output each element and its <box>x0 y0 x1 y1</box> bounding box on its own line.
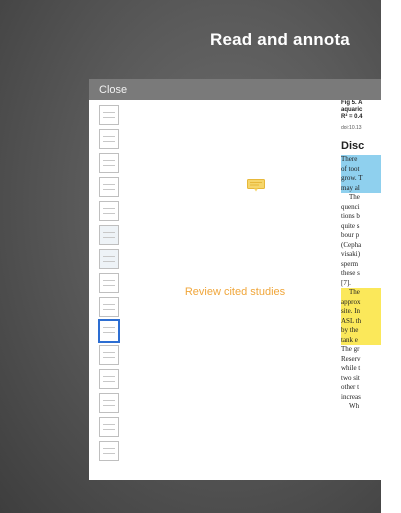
speech-bubble-note-icon[interactable] <box>247 179 265 192</box>
page-thumbnail[interactable] <box>99 201 119 221</box>
document-page: Fig 5. A aquaric R² = 0.4 doi:10.13 Disc… <box>341 100 381 480</box>
doi-line: doi:10.13 <box>341 125 362 131</box>
page-thumbnail[interactable] <box>99 225 119 245</box>
document-text-line: quenci <box>341 202 360 211</box>
document-text-line: of toot <box>341 164 381 174</box>
document-text-line: visaki) <box>341 250 361 258</box>
pdf-viewer: Close Review cited studies Fig 5. A aqua… <box>89 79 381 480</box>
document-text-line: tions b <box>341 212 360 220</box>
page-thumbnail[interactable] <box>99 441 119 461</box>
viewer-toolbar: Close <box>89 79 381 100</box>
document-text-line: bour p <box>341 231 360 239</box>
figure-caption-line: R² = 0.4 <box>341 114 363 120</box>
figure-caption-line: Fig 5. A <box>341 100 363 106</box>
close-button[interactable]: Close <box>99 84 127 96</box>
document-body: There of toot grow. Tmay al The quenci tions … <box>341 155 381 412</box>
section-heading: Disc <box>341 139 365 152</box>
page-thumbnail[interactable] <box>99 129 119 149</box>
page-thumbnail[interactable] <box>99 297 119 317</box>
document-text-line: approx <box>341 297 381 307</box>
page-thumbnail[interactable] <box>99 177 119 197</box>
document-text-line: There <box>341 155 381 165</box>
page-thumbnail[interactable] <box>98 319 120 343</box>
document-text-line: tank e <box>341 335 381 345</box>
document-text-line: The <box>349 193 360 201</box>
document-text-line: two sit <box>341 373 360 382</box>
page-thumbnail[interactable] <box>99 273 119 293</box>
document-text-line: grow. T <box>341 174 381 184</box>
document-text-line: increas <box>341 392 361 401</box>
document-text-line: may al <box>341 183 381 193</box>
document-text-line: by the <box>341 326 381 336</box>
page-thumbnail-strip[interactable] <box>89 100 129 480</box>
page-thumbnail[interactable] <box>99 393 119 413</box>
document-text-line: The <box>341 288 381 298</box>
figure-caption-line: aquaric <box>341 107 363 113</box>
document-text-line: ASL th <box>341 316 381 326</box>
page-thumbnail[interactable] <box>99 345 119 365</box>
page-thumbnail[interactable] <box>99 369 119 389</box>
annotation-text: Review cited studies <box>184 286 286 298</box>
document-text-line: The gr <box>341 345 360 353</box>
document-text-line: sperm <box>341 259 359 268</box>
annotation-area: Review cited studies <box>129 100 341 480</box>
document-text-line: these s <box>341 269 360 277</box>
document-text-line: (Cepha <box>341 240 362 249</box>
page-thumbnail[interactable] <box>99 105 119 125</box>
document-text-line: other t <box>341 383 360 391</box>
document-text-line: [7]. <box>341 278 351 287</box>
page-thumbnail[interactable] <box>99 153 119 173</box>
document-text-line: Reserv <box>341 354 361 363</box>
page-thumbnail[interactable] <box>99 249 119 269</box>
document-text-line: quite s <box>341 221 360 230</box>
headline-title: Read and annota <box>210 30 350 49</box>
ipad-screen: Read and annota Close Review cited studi… <box>0 0 381 513</box>
document-text-line: Wh <box>349 402 360 410</box>
page-thumbnail[interactable] <box>99 417 119 437</box>
document-text-line: while t <box>341 364 361 372</box>
document-text-line: site. In <box>341 307 381 317</box>
